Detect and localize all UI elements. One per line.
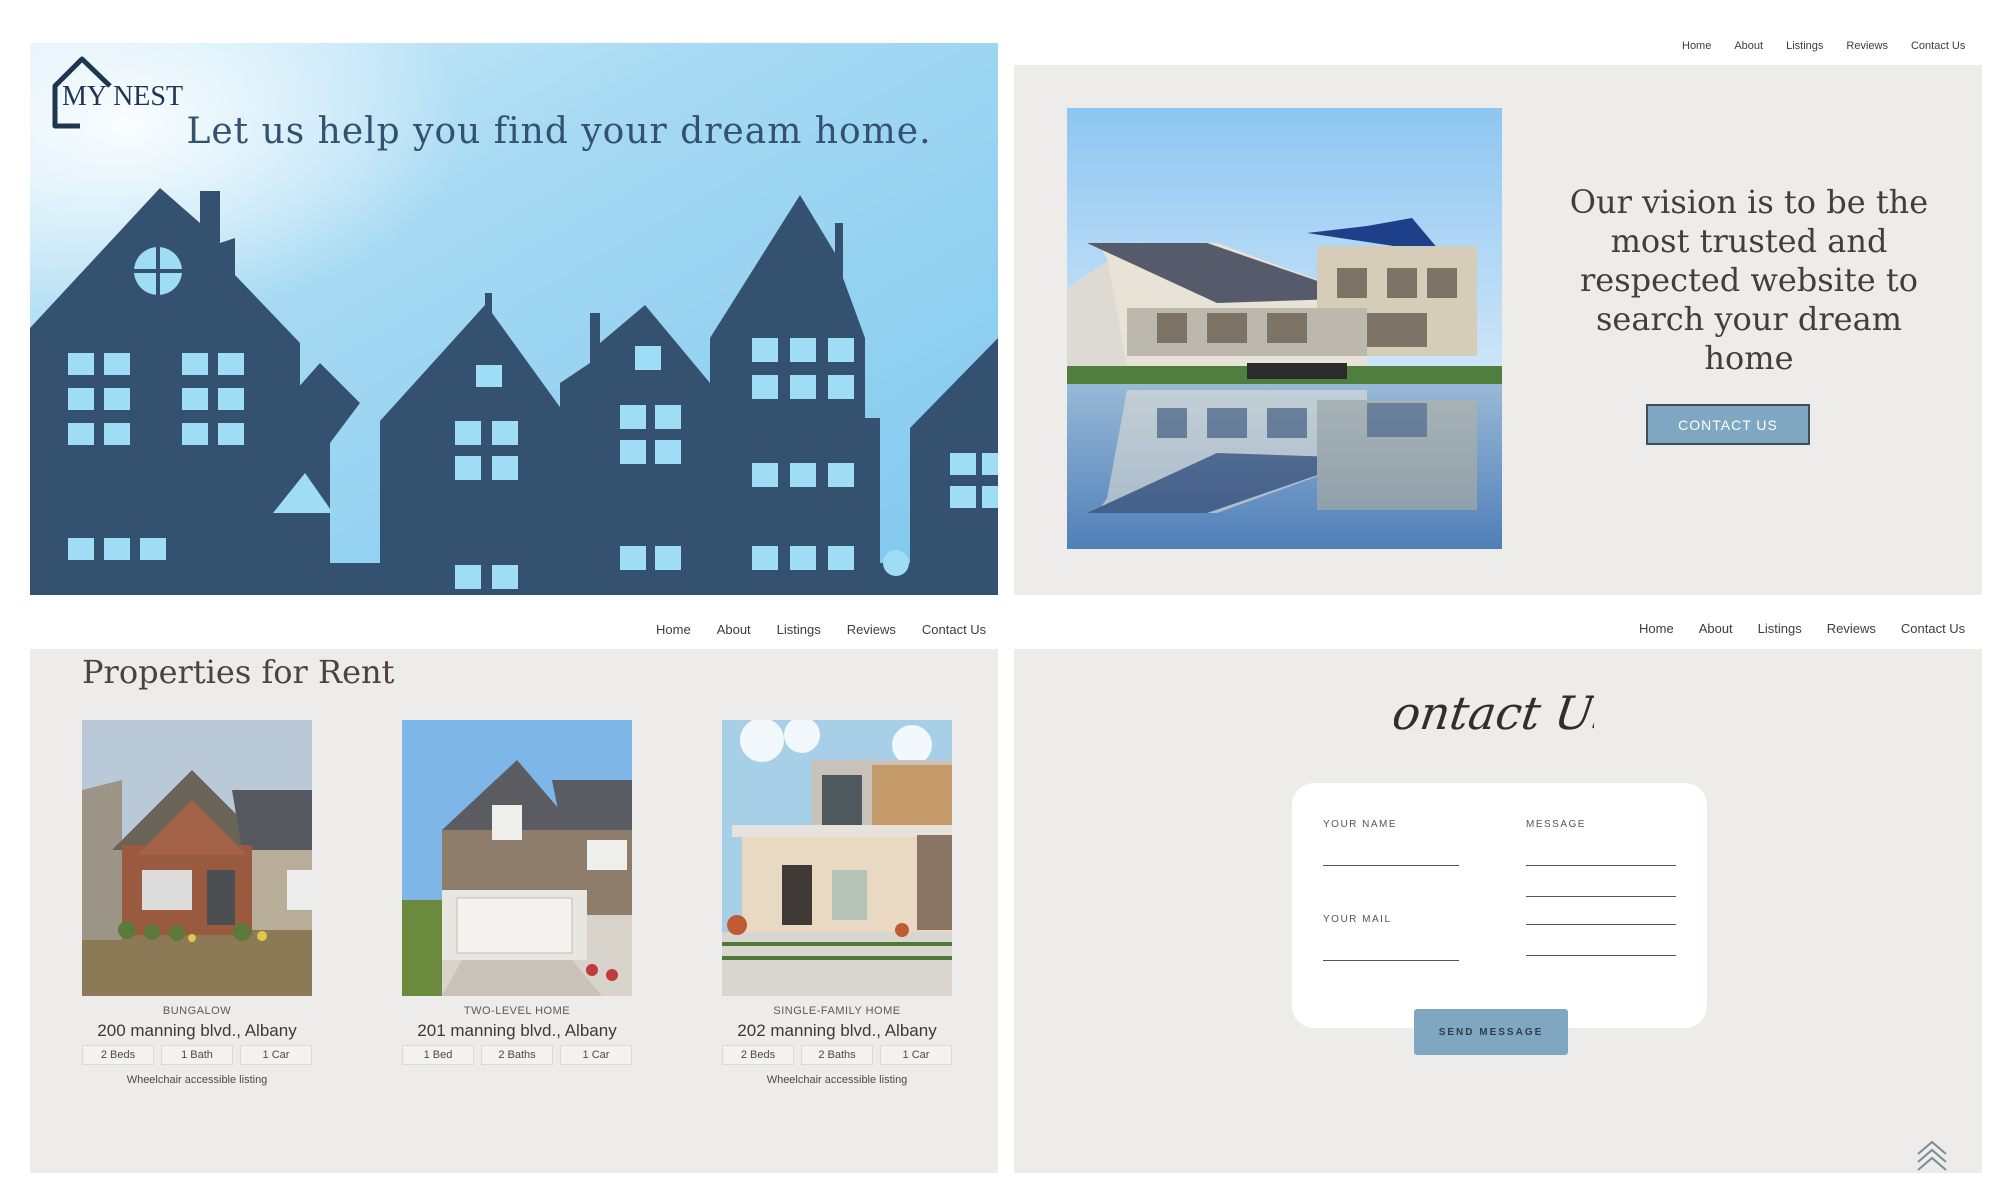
single-family-home-photo	[722, 717, 952, 996]
beds-tag: 2 Beds	[82, 1045, 154, 1065]
your-mail-label: YOUR MAIL	[1323, 914, 1392, 925]
baths-tag: 1 Bath	[161, 1045, 233, 1065]
section-title: Properties for Rent	[82, 653, 395, 691]
property-type: SINGLE-FAMILY HOME	[773, 1005, 901, 1017]
listing-card[interactable]: SINGLE-FAMILY HOME 202 manning blvd., Al…	[722, 717, 952, 1086]
about-panel: Our vision is to be the most trusted and…	[1014, 65, 1982, 595]
property-tags: 2 Beds 1 Bath 1 Car	[82, 1045, 312, 1065]
car-tag: 1 Car	[880, 1045, 952, 1065]
property-address[interactable]: 202 manning blvd., Albany	[722, 1021, 952, 1041]
nav-contact-us[interactable]: Contact Us	[1901, 621, 1965, 636]
nav-listings[interactable]: Listings	[777, 622, 821, 637]
message-input-line[interactable]	[1526, 955, 1676, 956]
property-tags: 1 Bed 2 Baths 1 Car	[402, 1045, 632, 1065]
beds-tag: 2 Beds	[722, 1045, 794, 1065]
nav-reviews[interactable]: Reviews	[1846, 40, 1888, 52]
nav-home[interactable]: Home	[1682, 40, 1711, 52]
contact-panel: Contact Us YOUR NAME YOUR MAIL MESSAGE S…	[1014, 649, 1982, 1173]
hero-headline: Let us help you find your dream home.	[186, 111, 932, 152]
nav-about[interactable]: About	[717, 622, 751, 637]
contact-title-text: Contact Us	[1394, 686, 1594, 740]
baths-tag: 2 Baths	[481, 1045, 553, 1065]
contact-us-script-title: Contact Us	[1394, 686, 1594, 740]
vision-statement: Our vision is to be the most trusted and…	[1569, 183, 1929, 377]
listing-card[interactable]: TWO-LEVEL HOME 201 manning blvd., Albany…	[402, 720, 632, 1074]
property-address[interactable]: 201 manning blvd., Albany	[402, 1021, 632, 1041]
your-mail-input[interactable]	[1323, 960, 1459, 961]
message-label: MESSAGE	[1526, 819, 1586, 830]
bungalow-photo	[82, 720, 312, 996]
property-type: TWO-LEVEL HOME	[463, 1005, 571, 1017]
nav-reviews[interactable]: Reviews	[847, 622, 896, 637]
listings-top-nav: Home About Listings Reviews Contact Us	[656, 622, 986, 637]
nav-listings[interactable]: Listings	[1758, 621, 1802, 636]
waterfront-house-photo	[1067, 108, 1502, 549]
your-name-input[interactable]	[1323, 865, 1459, 866]
car-tag: 1 Car	[560, 1045, 632, 1065]
message-input-line[interactable]	[1526, 865, 1676, 866]
logo-text: MY NEST	[62, 81, 184, 112]
nav-about[interactable]: About	[1699, 621, 1733, 636]
about-top-nav: Home About Listings Reviews Contact Us	[1682, 40, 1965, 52]
hero-panel: MY NEST Let us help you find your dream …	[30, 43, 998, 595]
nav-contact-us[interactable]: Contact Us	[922, 622, 986, 637]
accessibility-note: Wheelchair accessible listing	[126, 1074, 268, 1086]
nav-reviews[interactable]: Reviews	[1827, 621, 1876, 636]
two-level-home-photo	[402, 720, 632, 996]
contact-us-button[interactable]: CONTACT US	[1646, 404, 1810, 445]
contact-top-nav: Home About Listings Reviews Contact Us	[1639, 621, 1965, 636]
listing-card[interactable]: BUNGALOW 200 manning blvd., Albany 2 Bed…	[82, 720, 312, 1086]
accessibility-note: Wheelchair accessible listing	[766, 1074, 908, 1086]
nav-about[interactable]: About	[1734, 40, 1763, 52]
nav-contact-us[interactable]: Contact Us	[1911, 40, 1965, 52]
nav-home[interactable]: Home	[1639, 621, 1674, 636]
nav-home[interactable]: Home	[656, 622, 691, 637]
message-input-line[interactable]	[1526, 924, 1676, 925]
your-name-label: YOUR NAME	[1323, 819, 1398, 830]
property-tags: 2 Beds 2 Baths 1 Car	[722, 1045, 952, 1065]
property-address[interactable]: 200 manning blvd., Albany	[82, 1021, 312, 1041]
double-chevron-up-icon[interactable]	[1914, 1136, 1950, 1172]
listings-panel: Properties for Rent BUNGALOW 200 manning…	[30, 649, 998, 1173]
car-tag: 1 Car	[240, 1045, 312, 1065]
nav-listings[interactable]: Listings	[1786, 40, 1823, 52]
contact-form-card: YOUR NAME YOUR MAIL MESSAGE	[1292, 783, 1707, 1028]
property-type: BUNGALOW	[162, 1005, 232, 1017]
baths-tag: 2 Baths	[801, 1045, 873, 1065]
message-input-line[interactable]	[1526, 896, 1676, 897]
beds-tag: 1 Bed	[402, 1045, 474, 1065]
send-message-button[interactable]: SEND MESSAGE	[1414, 1009, 1568, 1055]
